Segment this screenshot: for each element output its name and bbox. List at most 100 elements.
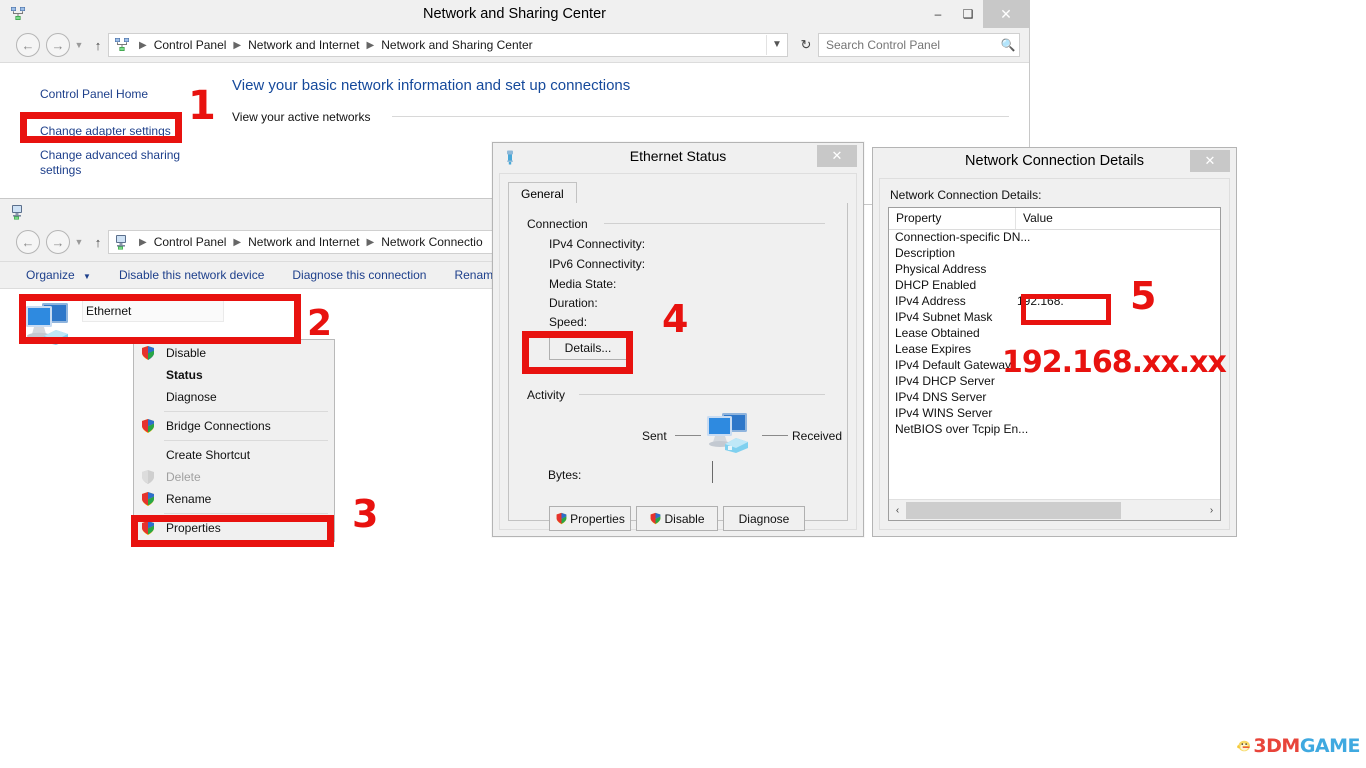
activity-sent-label: Sent [642,429,667,443]
context-menu-label: Status [166,368,203,382]
context-menu-item-bridge-connections[interactable]: Bridge Connections [134,415,334,437]
context-menu-label: Bridge Connections [166,419,271,433]
context-menu-item-diagnose[interactable]: Diagnose [134,386,334,408]
context-menu-item-create-shortcut[interactable]: Create Shortcut [134,444,334,466]
window2-titlebar[interactable]: Netwo [0,199,499,225]
scrollbar-thumb[interactable] [906,501,1121,519]
window2-toolbar: Organize ▼ Disable this network device D… [0,261,499,288]
sidebar-item-control-panel-home[interactable]: Control Panel Home [40,87,148,102]
breadcrumb-network-and-internet[interactable]: Network and Internet [246,38,361,52]
ipv4-address-value: 192.168. [1017,294,1064,308]
table-row[interactable]: IPv4 Subnet Mask [889,309,1220,325]
toolbar-organize[interactable]: Organize ▼ [26,268,91,282]
column-header-property[interactable]: Property [896,211,941,225]
field-label-ipv6-connectivity: IPv6 Connectivity: [549,257,646,271]
table-row[interactable]: IPv4 WINS Server [889,405,1220,421]
toolbar-diagnose-connection[interactable]: Diagnose this connection [292,268,426,282]
up-button[interactable]: ↑ [88,38,108,53]
annotation-number-4: 4 [662,297,689,341]
address-network-icon [115,38,129,51]
table-row[interactable]: NetBIOS over Tcpip En... [889,421,1220,437]
window1-sidebar: Control Panel Home Change adapter settin… [0,63,210,204]
activity-received-label: Received [792,429,843,443]
address-connections-icon [116,235,126,250]
minimize-button[interactable]: – [923,0,953,28]
context-menu-separator [164,411,328,412]
refresh-icon[interactable]: ↻ [794,35,818,55]
shield-icon [142,419,154,433]
breadcrumb-control-panel[interactable]: Control Panel [152,38,229,52]
scrollbar-track[interactable] [906,501,1203,519]
address-dropdown-icon[interactable]: ▼ [766,35,787,55]
scroll-left-icon[interactable]: ‹ [889,505,906,516]
disable-button[interactable]: Disable [636,506,718,531]
toolbar-rename[interactable]: Renam [454,268,493,282]
sidebar-item-change-adapter-settings[interactable]: Change adapter settings [40,124,171,139]
context-menu-label: Disable [166,346,207,360]
breadcrumb-network-connections[interactable]: Network Connectio [379,235,484,249]
annotation-number-2: 2 [307,303,333,344]
search-box[interactable]: 🔍 [818,33,1020,57]
network-connection-details-titlebar[interactable]: Network Connection Details ✕ [873,148,1236,176]
table-row[interactable]: IPv4 Address 192.168. [889,293,1220,309]
watermark-text: 3DMGAME [1253,735,1360,757]
column-header-value[interactable]: Value [1023,211,1053,225]
window1-title: Network and Sharing Center [423,6,606,22]
details-section-label: Network Connection Details: [890,188,1042,202]
connection-group-rule [604,223,825,224]
back-button[interactable]: ← [16,33,40,57]
watermark-game: GAME [1299,735,1361,757]
table-row[interactable]: Lease Obtained [889,325,1220,341]
forward-button[interactable]: → [46,230,70,254]
address-bar[interactable]: ▶ Control Panel ▶ Network and Internet ▶… [108,33,788,57]
recent-locations-icon[interactable]: ▼ [70,237,88,247]
watermark-3dm: 3DM [1253,735,1300,757]
close-button[interactable]: ✕ [1190,150,1230,172]
context-menu-item-disable[interactable]: Disable [134,342,334,364]
context-menu-label: Diagnose [166,390,217,404]
search-input[interactable] [819,37,997,53]
ethernet-status-tabstrip: General [508,182,848,205]
properties-button[interactable]: Properties [549,506,631,531]
window1-navigation-bar: ← → ▼ ↑ ▶ Control Panel ▶ Network and In… [0,29,1028,61]
tab-general-panel: Connection IPv4 Connectivity: IPv6 Conne… [508,203,848,531]
network-activity-icon [707,413,748,453]
close-button[interactable]: ✕ [817,145,857,167]
maximize-button[interactable]: ❑ [953,0,983,28]
ethernet-status-body: General Connection IPv4 Connectivity: IP… [499,173,857,531]
context-menu-item-properties[interactable]: Properties [134,517,334,539]
listview-header: Property Value [889,208,1220,230]
breadcrumb-network-and-sharing-center[interactable]: Network and Sharing Center [379,38,534,52]
tab-general[interactable]: General [508,182,577,205]
forward-button[interactable]: → [46,33,70,57]
address-bar[interactable]: ▶ Control Panel ▶ Network and Internet ▶… [108,230,499,254]
details-button[interactable]: Details... [549,336,627,360]
table-row[interactable]: Connection-specific DN... [889,229,1220,245]
scroll-right-icon[interactable]: › [1203,505,1220,516]
context-menu-item-rename[interactable]: Rename [134,488,334,510]
column-divider[interactable] [1015,208,1016,229]
search-icon[interactable]: 🔍 [997,38,1019,52]
field-label-speed: Speed: [549,315,588,329]
sidebar-item-change-advanced-sharing-line2[interactable]: settings [40,163,81,178]
window1-titlebar[interactable]: Network and Sharing Center – ❑ ✕ [0,0,1029,28]
diagnose-button[interactable]: Diagnose [723,506,805,531]
context-menu-item-status[interactable]: Status [134,364,334,386]
breadcrumb-network-and-internet[interactable]: Network and Internet [246,235,361,249]
table-row[interactable]: IPv4 DNS Server [889,389,1220,405]
table-row[interactable]: Description [889,245,1220,261]
horizontal-scrollbar[interactable]: ‹ › [889,499,1220,520]
ethernet-status-title: Ethernet Status [629,148,727,164]
toolbar-disable-device[interactable]: Disable this network device [119,268,264,282]
up-button[interactable]: ↑ [88,235,108,250]
sidebar-item-change-advanced-sharing[interactable]: Change advanced sharing [40,148,180,163]
breadcrumb-control-panel[interactable]: Control Panel [152,235,229,249]
table-row[interactable]: Physical Address [889,261,1220,277]
ethernet-status-titlebar[interactable]: Ethernet Status ✕ [493,143,863,171]
recent-locations-icon[interactable]: ▼ [70,40,88,50]
close-button[interactable]: ✕ [983,0,1029,28]
table-row[interactable]: DHCP Enabled [889,277,1220,293]
back-button[interactable]: ← [16,230,40,254]
bird-logo [1237,740,1250,752]
breadcrumb-sep: ▶ [233,39,242,51]
